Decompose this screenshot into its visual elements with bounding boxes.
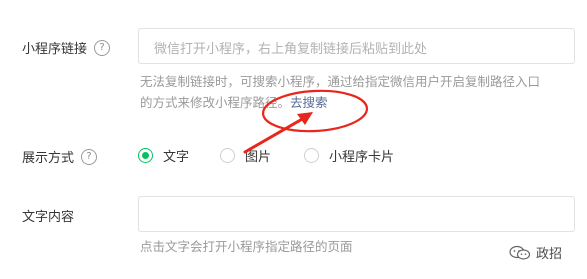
- miniprogram-link-placeholder: 微信打开小程序，右上角复制链接后粘贴到此处: [154, 42, 428, 57]
- help-icon[interactable]: ?: [81, 148, 98, 165]
- radio-checked-icon: [138, 148, 153, 163]
- search-link[interactable]: 去搜索: [290, 95, 328, 110]
- radio-unchecked-icon: [220, 148, 235, 163]
- text-content-hint: 点击文字会打开小程序指定路径的页面: [140, 239, 353, 254]
- hint-line2-prefix: 的方式来修改小程序路径。: [140, 95, 291, 110]
- radio-option-label: 图片: [245, 150, 272, 165]
- wechat-channel-icon: [509, 245, 531, 260]
- text-content-label: 文字内容: [22, 206, 74, 225]
- display-mode-label-text: 展示方式: [22, 151, 75, 166]
- annotation-arrow-head: [297, 112, 313, 125]
- radio-option-image[interactable]: 图片: [220, 146, 271, 165]
- text-content-label-text: 文字内容: [22, 210, 75, 225]
- radio-option-text[interactable]: 文字: [138, 146, 189, 165]
- watermark: 政招: [509, 243, 562, 262]
- radio-unchecked-icon: [304, 148, 319, 163]
- watermark-text: 政招: [536, 247, 563, 262]
- help-icon[interactable]: ?: [94, 39, 111, 56]
- miniprogram-link-label-text: 小程序链接: [22, 42, 88, 57]
- miniprogram-link-hint-line2: 的方式来修改小程序路径。去搜索: [140, 92, 328, 113]
- radio-option-label: 小程序卡片: [329, 150, 395, 165]
- miniprogram-link-label: 小程序链接 ?: [22, 38, 111, 57]
- text-content-input[interactable]: [138, 196, 575, 232]
- miniprogram-link-hint-line1: 无法复制链接时，可搜索小程序，通过给指定微信用户开启复制路径入口: [140, 74, 541, 89]
- miniprogram-link-input[interactable]: 微信打开小程序，右上角复制链接后粘贴到此处: [138, 28, 575, 64]
- radio-option-label: 文字: [163, 150, 190, 165]
- radio-option-miniprogram-card[interactable]: 小程序卡片: [304, 146, 394, 165]
- display-mode-label: 展示方式 ?: [22, 147, 98, 166]
